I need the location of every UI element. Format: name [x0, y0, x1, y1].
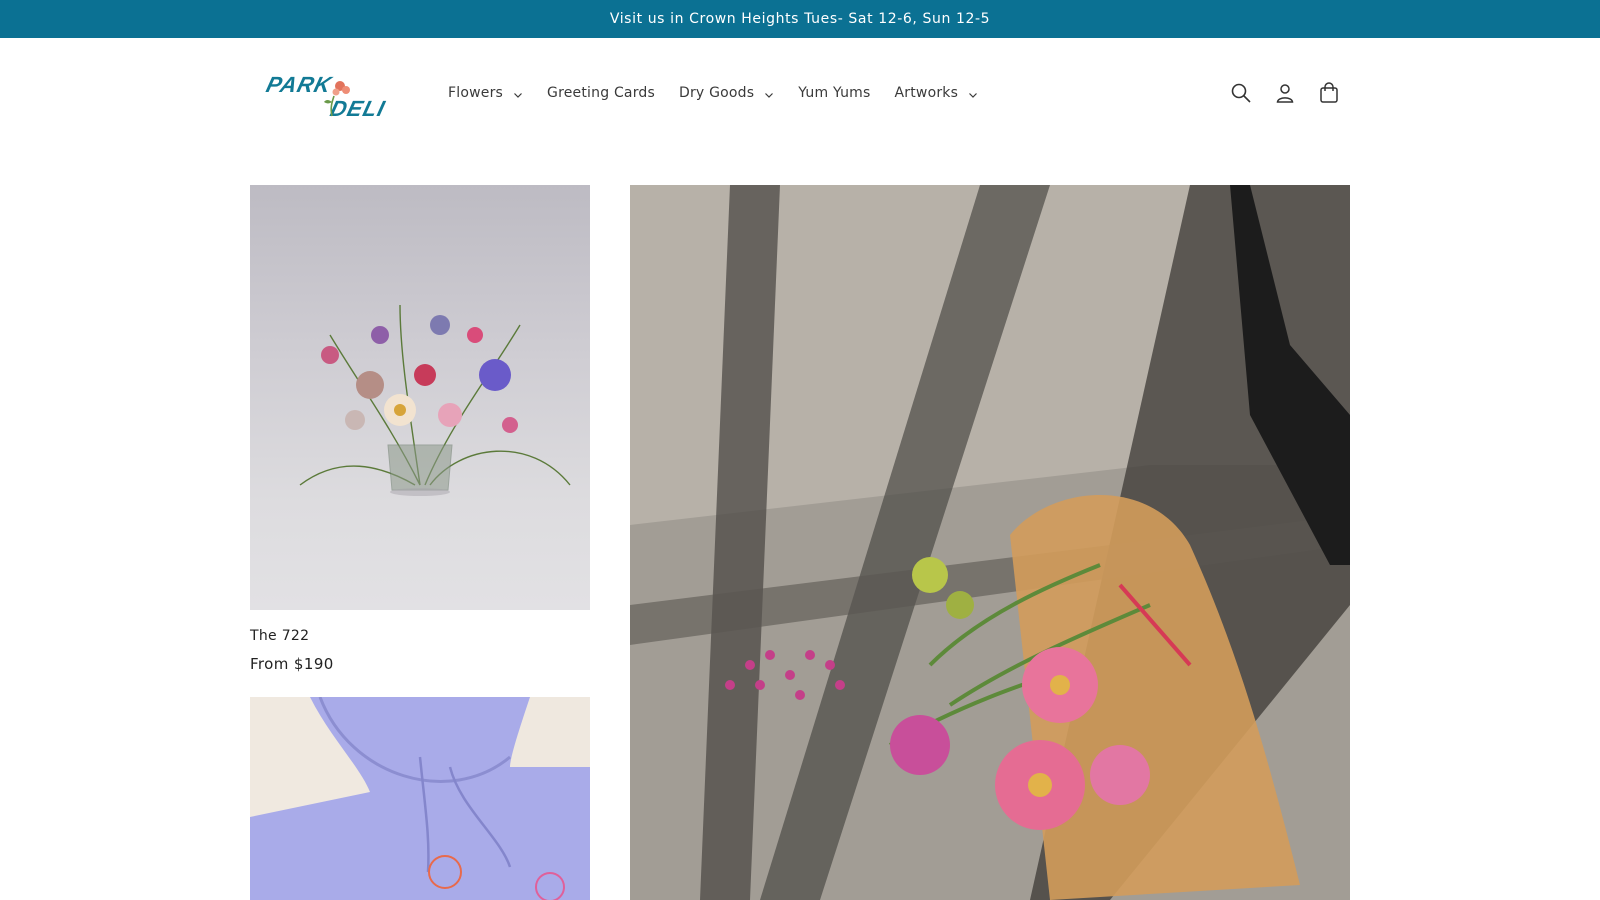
- bouquet-vase-illustration: [299, 304, 571, 496]
- logo-graphic: PARK DELI: [264, 72, 388, 121]
- nav-label: Flowers: [448, 85, 504, 101]
- logo-deli: DELI: [328, 96, 388, 121]
- nav-label: Yum Yums: [798, 85, 871, 101]
- search-icon[interactable]: [1230, 82, 1252, 104]
- chevron-down-icon: [513, 88, 523, 98]
- logo[interactable]: PARK DELI: [258, 72, 414, 122]
- nav-dry-goods[interactable]: Dry Goods: [679, 85, 774, 101]
- nav-label: Artworks: [894, 85, 959, 101]
- header-icons: [1230, 82, 1340, 104]
- nav-greeting-cards[interactable]: Greeting Cards: [547, 85, 655, 101]
- feature-image-bouquet-pavement: [630, 185, 1350, 900]
- main-nav: Flowers Greeting Cards Dry Goods Yum Yum…: [448, 78, 1002, 108]
- bouquet-pavement-illustration: [630, 185, 1350, 900]
- site-header: PARK DELI Flowers Greeting Cards Dry Goo…: [0, 38, 1600, 148]
- product-image-bouquet-vase[interactable]: [250, 185, 590, 610]
- cart-icon[interactable]: [1318, 82, 1340, 104]
- chevron-down-icon: [968, 88, 978, 98]
- nav-label: Greeting Cards: [547, 85, 655, 101]
- nav-artworks[interactable]: Artworks: [895, 85, 979, 101]
- hoodie-illustration: [250, 697, 590, 900]
- product-image-hoodie[interactable]: [250, 697, 590, 900]
- nav-yum-yums[interactable]: Yum Yums: [798, 85, 870, 101]
- announcement-text: Visit us in Crown Heights Tues- Sat 12-6…: [609, 11, 991, 27]
- product-title[interactable]: The 722: [250, 628, 309, 644]
- nav-label: Dry Goods: [679, 85, 755, 101]
- product-price: From $190: [250, 655, 334, 673]
- account-icon[interactable]: [1274, 82, 1296, 104]
- announcement-bar: Visit us in Crown Heights Tues- Sat 12-6…: [0, 0, 1600, 38]
- chevron-down-icon: [764, 88, 774, 98]
- logo-park: PARK: [264, 72, 336, 97]
- nav-flowers[interactable]: Flowers: [448, 85, 523, 101]
